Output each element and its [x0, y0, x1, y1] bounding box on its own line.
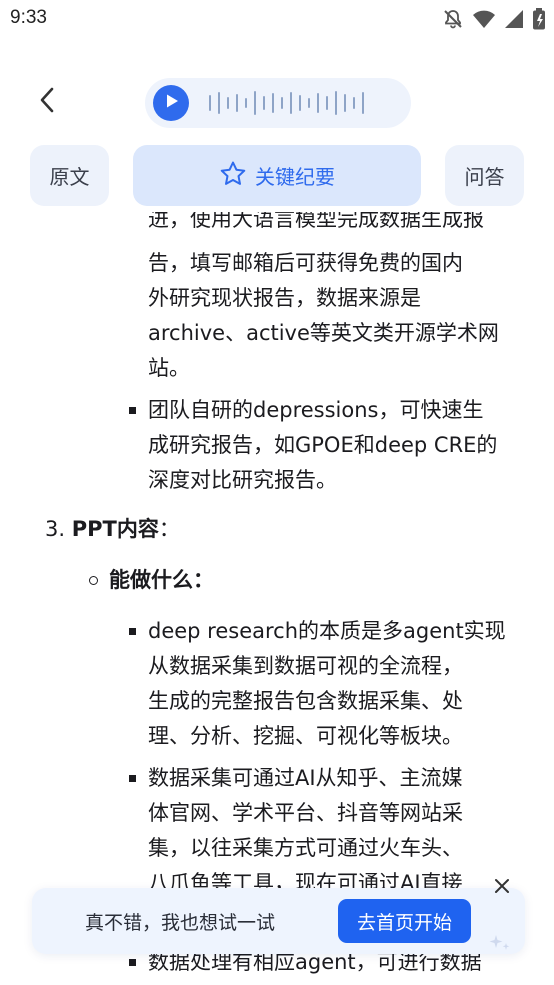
section-number: 3.	[45, 517, 66, 541]
back-button[interactable]	[30, 84, 64, 120]
bullet-square	[129, 775, 136, 782]
item3-line: deep research的本质是多agent实现	[148, 619, 506, 643]
bullet-square	[129, 628, 136, 635]
section-colon: ：	[158, 517, 180, 541]
go-home-button[interactable]: 去首页开始	[338, 899, 471, 943]
star-icon	[219, 160, 247, 192]
item4-line: 体官网、学术平台、抖音等网站采	[148, 801, 463, 825]
waveform-icon[interactable]	[209, 88, 364, 118]
bullet-square	[129, 407, 136, 414]
status-time: 9:33	[10, 7, 47, 28]
item1-line: 告，填写邮箱后可获得免费的国内	[148, 251, 463, 275]
item2-line: 成研究报告，如GPOE和deep CRE的	[148, 433, 498, 457]
item3-line: 生成的完整报告包含数据采集、处	[148, 689, 463, 713]
play-button[interactable]	[153, 85, 189, 121]
toast-text: 真不错，我也想试一试	[85, 912, 276, 934]
signal-icon	[504, 9, 524, 29]
app-screen: 9:33 原文 关键纪要 问答 进，使用大语言模型完成数据生成报 告，填写邮箱后…	[0, 0, 554, 985]
tab-key-summary-label: 关键纪要	[255, 165, 335, 189]
summary-content[interactable]: 进，使用大语言模型完成数据生成报 告，填写邮箱后可获得免费的国内 外研究现状报告…	[0, 212, 554, 985]
section-heading: 3. PPT内容：	[45, 512, 180, 547]
promo-toast: 真不错，我也想试一试 去首页开始	[32, 879, 525, 957]
notifications-off-icon	[442, 8, 464, 30]
audio-player[interactable]	[145, 78, 411, 128]
item2-line: 深度对比研究报告。	[148, 468, 337, 492]
item1-line: 外研究现状报告，数据来源是	[148, 286, 421, 310]
item3-line: 从数据采集到数据可视的全流程，	[148, 654, 463, 678]
item1-line: 站。	[148, 356, 190, 380]
status-icons	[442, 8, 546, 30]
item4-line: 数据采集可通过AI从知乎、主流媒	[148, 766, 463, 790]
wifi-icon	[472, 9, 496, 29]
tab-qa[interactable]: 问答	[445, 145, 524, 206]
tab-qa-label: 问答	[464, 165, 505, 189]
chevron-left-icon	[39, 87, 55, 117]
status-bar: 9:33	[0, 0, 554, 40]
tab-key-summary[interactable]: 关键纪要	[133, 145, 421, 206]
play-icon	[163, 93, 179, 113]
battery-icon	[532, 8, 546, 30]
close-icon	[494, 878, 510, 898]
item3-line: 理、分析、挖掘、可视化等板块。	[148, 724, 463, 748]
item2-line: 团队自研的depressions，可快速生	[148, 398, 484, 422]
tab-original-label: 原文	[49, 165, 90, 189]
bullet-circle	[89, 576, 98, 585]
partial-line: 进，使用大语言模型完成数据生成报	[148, 212, 484, 231]
bullet-square	[129, 959, 136, 966]
sparkle-icon	[488, 933, 512, 957]
toast-close-button[interactable]	[490, 876, 514, 900]
section-title: PPT内容	[71, 517, 159, 541]
item1-line: archive、active等英文类开源学术网	[148, 321, 499, 345]
tab-original[interactable]: 原文	[30, 145, 109, 206]
item4-line: 集，以往采集方式可通过火车头、	[148, 836, 463, 860]
subheading: 能做什么：	[109, 568, 214, 592]
